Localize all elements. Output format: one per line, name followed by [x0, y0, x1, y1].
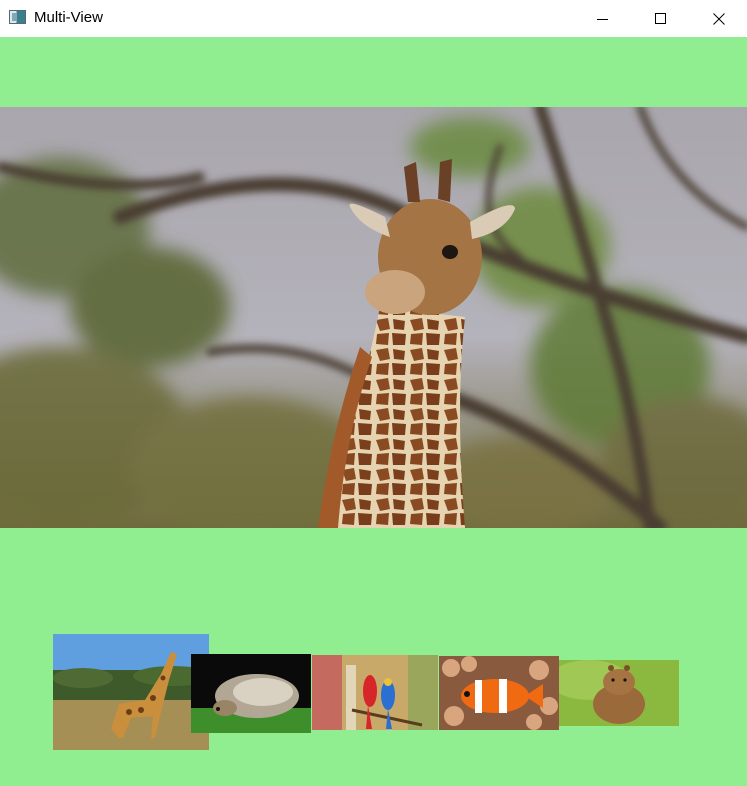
- macaws-thumbnail-image: [312, 655, 438, 730]
- close-icon: [713, 12, 725, 25]
- thumbnail-macaws[interactable]: [312, 655, 438, 730]
- main-giraffe-image: [0, 107, 747, 528]
- minimize-button[interactable]: [574, 0, 632, 37]
- capybara-thumbnail-image: [559, 660, 679, 726]
- app-window-icon: [9, 10, 26, 24]
- giraffe-thumbnail-image: [53, 634, 209, 750]
- clownfish-thumbnail-image: [439, 656, 559, 730]
- maximize-icon: [655, 12, 666, 24]
- maximize-button[interactable]: [632, 0, 690, 37]
- thumbnail-hedgehog[interactable]: [191, 654, 311, 733]
- thumbnail-giraffe[interactable]: [53, 634, 209, 750]
- thumbnail-capybara[interactable]: [559, 660, 679, 726]
- client-area: [0, 37, 747, 786]
- thumbnail-clownfish[interactable]: [439, 656, 559, 730]
- window-title: Multi-View: [34, 9, 103, 26]
- main-image-view: [0, 107, 747, 528]
- minimize-icon: [597, 18, 608, 20]
- close-button[interactable]: [690, 0, 747, 37]
- hedgehog-thumbnail-image: [191, 654, 311, 733]
- title-bar[interactable]: Multi-View: [0, 0, 747, 37]
